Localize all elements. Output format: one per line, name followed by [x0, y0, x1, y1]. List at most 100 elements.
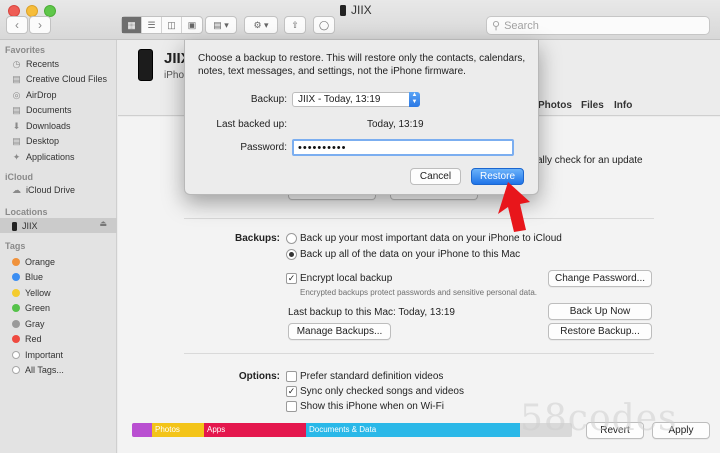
search-input[interactable]	[504, 19, 695, 32]
sidebar-item-label: Desktop	[26, 136, 60, 146]
gallery-view-button[interactable]: ▣	[182, 17, 202, 33]
sidebar-item-downloads[interactable]: ⬇ Downloads	[12, 119, 71, 133]
view-mode-group: ▦ ☰ ◫ ▣	[121, 16, 203, 34]
last-backup-text: Last backup to this Mac: Today, 13:19	[288, 307, 455, 318]
chevron-right-icon: ›	[38, 18, 42, 32]
show-wifi-checkbox[interactable]	[286, 401, 297, 412]
tag-dot-icon	[12, 258, 20, 266]
eject-icon[interactable]: ⏏	[99, 219, 107, 228]
window-title-text: JIIX	[351, 3, 372, 17]
manage-backups-button[interactable]: Manage Backups...	[288, 323, 391, 340]
sidebar-item-creative-cloud[interactable]: ▤ Creative Cloud Files	[12, 72, 107, 86]
backup-icloud-radio[interactable]	[286, 233, 297, 244]
encrypt-backup-checkbox[interactable]: ✓	[286, 273, 297, 284]
tab-files[interactable]: Files	[581, 100, 604, 111]
sidebar-tag-orange[interactable]: Orange	[12, 255, 55, 269]
title-bar: ‹ › JIIX ▦ ☰ ◫ ▣ ▤ ▾ ⚙ ▾ ⇧ ◯ ⚲	[0, 0, 720, 40]
sidebar-item-label: JIIX	[22, 221, 38, 231]
sidebar-tag-blue[interactable]: Blue	[12, 270, 43, 284]
red-pointer-arrow	[498, 182, 530, 232]
storage-segment-apps: Apps	[204, 423, 306, 437]
tag-dot-icon	[12, 304, 20, 312]
cancel-button[interactable]: Cancel	[410, 168, 461, 185]
action-menu-button[interactable]: ⚙ ▾	[244, 16, 278, 34]
window-title: JIIX	[340, 3, 372, 17]
storage-segment-photos: Photos	[152, 423, 204, 437]
share-button[interactable]: ⇧	[284, 16, 306, 34]
sidebar-header-locations: Locations	[5, 207, 48, 217]
tab-info[interactable]: Info	[614, 100, 632, 111]
iphone-icon	[12, 221, 17, 231]
checkmark-icon: ✓	[287, 386, 296, 396]
group-by-button[interactable]: ▤ ▾	[205, 16, 237, 34]
sidebar-header-tags: Tags	[5, 241, 26, 251]
sidebar-tag-yellow[interactable]: Yellow	[12, 286, 51, 300]
options-label: Options:	[238, 371, 280, 382]
apply-button[interactable]: Apply	[652, 422, 710, 439]
sidebar-header-icloud: iCloud	[5, 172, 33, 182]
sidebar-item-label: Green	[25, 303, 51, 313]
section-divider	[184, 218, 654, 219]
tag-dot-icon	[12, 289, 20, 297]
sidebar-item-recents[interactable]: ◷ Recents	[12, 57, 59, 71]
tag-dot-icon	[12, 351, 20, 359]
list-view-button[interactable]: ☰	[142, 17, 162, 33]
sync-checked-text: Sync only checked songs and videos	[300, 386, 464, 397]
prefer-sd-checkbox[interactable]	[286, 371, 297, 382]
sidebar-item-label: Red	[25, 334, 42, 344]
arrow-shape	[498, 182, 530, 232]
sidebar-item-airdrop[interactable]: ◎ AirDrop	[12, 88, 57, 102]
back-up-now-button[interactable]: Back Up Now	[548, 303, 652, 320]
sidebar-item-desktop[interactable]: ▤ Desktop	[12, 134, 59, 148]
sidebar-item-label: Yellow	[25, 288, 51, 298]
section-divider	[184, 353, 654, 354]
backup-mac-radio[interactable]	[286, 249, 297, 260]
sidebar-tag-gray[interactable]: Gray	[12, 317, 45, 331]
sidebar-item-label: Blue	[25, 272, 44, 282]
storage-segment-documents: Documents & Data	[306, 423, 520, 437]
backup-select[interactable]: JIIX - Today, 13:19 ▲ ▼	[292, 92, 420, 107]
sidebar-tag-green[interactable]: Green	[12, 301, 50, 315]
sidebar-item-label: AirDrop	[26, 90, 57, 100]
password-label: Password:	[240, 142, 287, 153]
backup-select-value: JIIX - Today, 13:19	[298, 94, 381, 105]
icon-view-button[interactable]: ▦	[122, 17, 142, 33]
dialog-message: Choose a backup to restore. This will re…	[198, 53, 526, 77]
restore-backup-button[interactable]: Restore Backup...	[548, 323, 652, 340]
column-view-button[interactable]: ◫	[162, 17, 182, 33]
updown-arrows-icon: ▲ ▼	[409, 92, 420, 107]
backup-mac-text: Back up all of the data on your iPhone t…	[300, 249, 521, 260]
sidebar-item-icloud-drive[interactable]: ☁ iCloud Drive	[12, 183, 75, 197]
password-input[interactable]	[292, 139, 514, 156]
backup-icloud-text: Back up your most important data on your…	[300, 233, 562, 244]
tab-photos[interactable]: Photos	[538, 100, 572, 111]
sidebar-item-documents[interactable]: ▤ Documents	[12, 103, 71, 117]
gear-icon: ⚙ ▾	[253, 20, 269, 30]
sidebar-item-label: Downloads	[26, 121, 71, 131]
revert-button[interactable]: Revert	[586, 422, 644, 439]
change-password-button[interactable]: Change Password...	[548, 270, 652, 287]
search-field[interactable]: ⚲	[486, 16, 710, 35]
cloud-icon: ☁	[12, 184, 21, 195]
forward-button[interactable]: ›	[29, 16, 51, 34]
sidebar-item-label: Important	[25, 350, 64, 360]
sidebar-tag-all-tags[interactable]: All Tags...	[12, 363, 64, 377]
restore-backup-dialog: Choose a backup to restore. This will re…	[184, 40, 539, 195]
search-icon: ⚲	[492, 20, 501, 32]
iphone-icon	[340, 4, 346, 16]
tag-dot-icon	[12, 366, 20, 374]
sync-checked-checkbox[interactable]: ✓	[286, 386, 297, 397]
storage-bar: Photos Apps Documents & Data	[132, 423, 572, 437]
encrypt-backup-text: Encrypt local backup	[300, 273, 393, 284]
sidebar-tag-red[interactable]: Red	[12, 332, 42, 346]
back-button[interactable]: ‹	[6, 16, 28, 34]
sidebar-item-jiix[interactable]: JIIX ⏏	[12, 219, 117, 233]
sidebar-header-favorites: Favorites	[5, 45, 46, 55]
tags-button[interactable]: ◯	[313, 16, 335, 34]
group-icon: ▤ ▾	[213, 20, 229, 30]
sidebar-item-label: Gray	[25, 319, 45, 329]
applications-icon: ✦	[12, 151, 21, 162]
sidebar-item-applications[interactable]: ✦ Applications	[12, 150, 75, 164]
sidebar-item-label: Recents	[26, 59, 60, 69]
sidebar-tag-important[interactable]: Important	[12, 348, 63, 362]
